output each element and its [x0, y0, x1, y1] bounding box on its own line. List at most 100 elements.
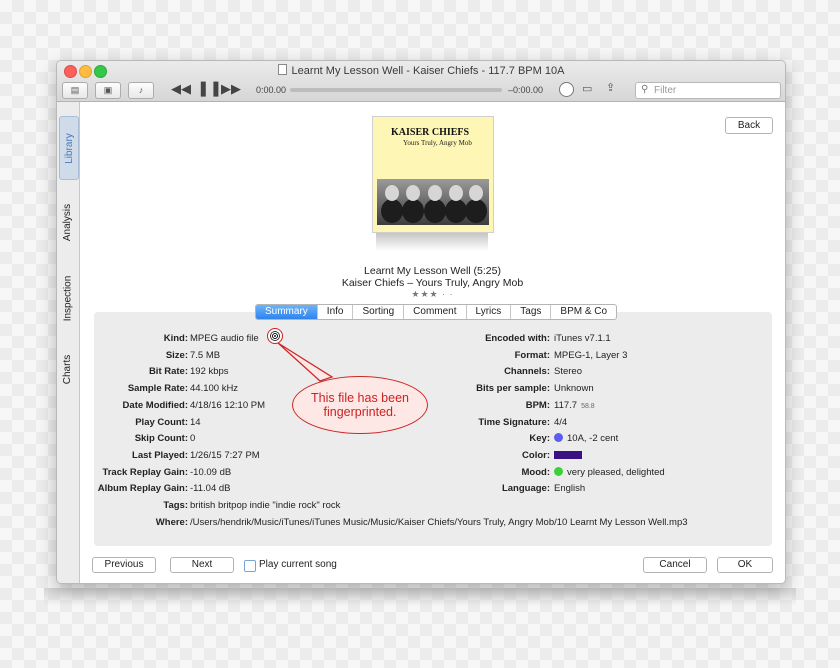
color-swatch[interactable]	[554, 450, 582, 459]
share-icon: ⇪	[606, 82, 616, 94]
detail-label: Size:	[165, 349, 188, 361]
detail-value-text: 7.5 MB	[190, 349, 221, 361]
sidebar: Library Analysis Inspection Charts	[57, 102, 80, 583]
detail-label: Language:	[501, 483, 550, 495]
detail-value: -10.09 dB	[190, 467, 231, 478]
detail-tabs: Summary Info Sorting Comment Lyrics Tags…	[255, 304, 618, 320]
detail-value-text: 0	[190, 433, 196, 445]
list-icon: ▤	[70, 85, 80, 95]
detail-value: 192 kbps	[190, 366, 229, 377]
volume-knob[interactable]	[559, 82, 574, 97]
tab-comment[interactable]: Comment	[403, 305, 465, 319]
window-title: Learnt My Lesson Well - Kaiser Chiefs - …	[57, 64, 785, 77]
details-panel: Kind: MPEG audio file Size: 7.5 MB Bit Rate:…	[94, 312, 772, 546]
detail-label: Play Count:	[135, 416, 188, 428]
detail-label: BPM:	[525, 399, 550, 411]
track-rating[interactable]: ★★★ · ·	[80, 289, 785, 300]
band-photo	[377, 179, 489, 225]
detail-label: Tags:	[163, 500, 188, 511]
detail-label: Date Modified:	[122, 399, 188, 411]
sidebar-tab-inspection[interactable]: Inspection	[59, 262, 77, 334]
detail-label: Mood:	[521, 466, 551, 478]
detail-value: MPEG audio file	[190, 333, 259, 344]
detail-value-text: iTunes v7.1.1	[554, 333, 611, 344]
detail-label: Encoded with:	[485, 333, 550, 344]
sidebar-tab-charts[interactable]: Charts	[59, 346, 77, 392]
detail-value-text: Stereo	[554, 366, 582, 378]
detail-value: MPEG-1, Layer 3	[554, 350, 627, 361]
detail-value-text: 1/26/15 7:27 PM	[190, 449, 260, 461]
time-remaining: –0:00.00	[508, 85, 544, 95]
color-dot-icon	[554, 466, 563, 476]
detail-value-text: MPEG-1, Layer 3	[554, 349, 628, 361]
list-view-button[interactable]: ▤	[62, 82, 88, 99]
progress-slider[interactable]	[290, 88, 502, 92]
detail-value: /Users/hendrik/Music/iTunes/iTunes Music…	[190, 517, 688, 528]
detail-value: 1/26/15 7:27 PM	[190, 450, 260, 461]
band-member	[406, 185, 420, 201]
ok-button[interactable]: OK	[717, 557, 773, 573]
detail-value-text: /Users/hendrik/Music/iTunes/iTunes Music…	[190, 516, 688, 528]
sidebar-tab-library[interactable]: Library	[59, 116, 79, 180]
detail-value-text: 117.7	[554, 399, 578, 411]
detail-value-extra: 58.8	[581, 402, 595, 410]
detail-label: Key:	[529, 433, 550, 445]
tab-info[interactable]: Info	[316, 305, 353, 319]
detail-value: 10A, -2 cent	[554, 433, 618, 444]
cancel-button[interactable]: Cancel	[643, 557, 707, 573]
pause-icon: ❚❚	[197, 80, 223, 97]
document-icon	[277, 64, 287, 75]
detail-value-text: 4/4	[554, 416, 568, 428]
fast-forward-button[interactable]: ▶▶	[221, 81, 241, 97]
tab-sorting[interactable]: Sorting	[352, 305, 403, 319]
detail-label: Album Replay Gain:	[97, 483, 188, 495]
detail-value-text: Unknown	[554, 383, 594, 395]
detail-value: 7.5 MB	[190, 350, 220, 361]
detail-value-text: 44.100 kHz	[190, 383, 239, 395]
app-window: Learnt My Lesson Well - Kaiser Chiefs - …	[56, 60, 786, 584]
band-member	[385, 185, 399, 201]
airplay-icon: ▭	[582, 83, 593, 95]
pause-button[interactable]: ❚❚	[197, 79, 222, 97]
album-art-band: KAISER CHIEFS	[391, 127, 470, 138]
detail-value: 14	[190, 417, 201, 428]
album-icon: ▣	[103, 85, 113, 95]
detail-value-text: -11.04 dB	[190, 483, 231, 495]
tab-summary[interactable]: Summary	[256, 305, 317, 319]
rewind-button[interactable]: ◀◀	[171, 81, 191, 97]
band-member	[428, 185, 442, 201]
filter-placeholder: Filter	[654, 85, 677, 96]
tab-tags[interactable]: Tags	[510, 305, 550, 319]
detail-value-text: -10.09 dB	[190, 466, 232, 478]
play-current-label[interactable]: Play current song	[259, 559, 337, 570]
band-member	[469, 185, 483, 201]
tab-lyrics[interactable]: Lyrics	[465, 305, 511, 319]
track-title: Learnt My Lesson Well (5:25)	[364, 265, 501, 277]
detail-value-text: 192 kbps	[190, 366, 229, 378]
detail-label: Skip Count:	[134, 433, 188, 445]
detail-value-text: 10A, -2 cent	[567, 433, 619, 445]
share-button[interactable]: ⇪	[606, 81, 615, 94]
sidebar-tab-analysis[interactable]: Analysis	[59, 190, 77, 254]
back-button[interactable]: Back	[725, 117, 773, 134]
previous-button[interactable]: Previous	[92, 557, 156, 573]
detail-value: 44.100 kHz	[190, 383, 238, 394]
detail-value: 117.7 58.8	[554, 400, 595, 411]
airplay-button[interactable]: ▭	[582, 82, 592, 95]
detail-value: 0	[190, 433, 195, 444]
detail-value: very pleased, delighted	[554, 466, 665, 478]
album-view-button[interactable]: ▣	[95, 82, 121, 99]
filter-field[interactable]: ⚲ Filter	[635, 82, 781, 99]
music-note-button[interactable]: ♪	[128, 82, 154, 99]
band-member	[449, 185, 463, 201]
detail-label: Sample Rate:	[127, 383, 188, 395]
detail-label: Kind:	[163, 333, 188, 344]
tab-bpm-co[interactable]: BPM & Co	[550, 305, 616, 319]
detail-value: -11.04 dB	[190, 483, 231, 494]
fast-forward-icon: ▶▶	[221, 81, 241, 96]
album-artwork: KAISER CHIEFS Yours Truly, Angry Mob	[372, 116, 494, 233]
search-icon: ⚲	[641, 84, 649, 95]
next-button[interactable]: Next	[170, 557, 234, 573]
fingerprint-callout: This file has been fingerprinted.	[292, 376, 428, 434]
play-current-checkbox[interactable]	[244, 560, 256, 572]
